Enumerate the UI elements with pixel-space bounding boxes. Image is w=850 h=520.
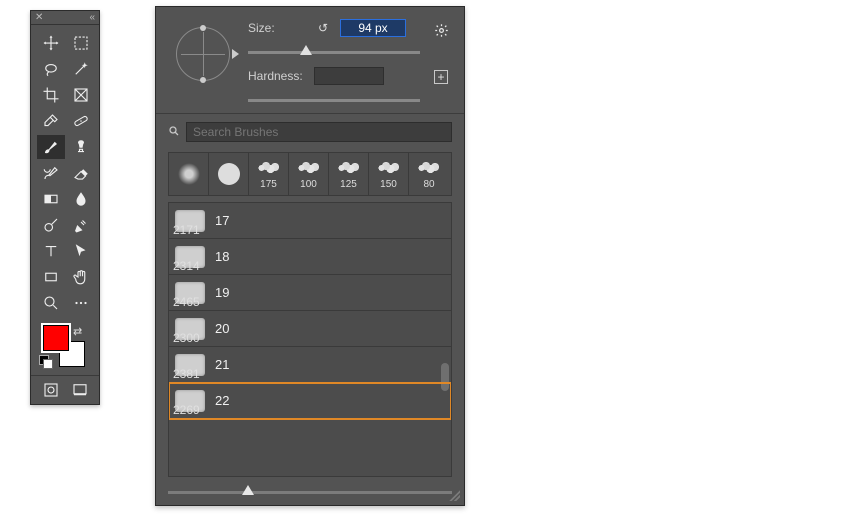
- pen-tool[interactable]: [67, 213, 95, 237]
- recent-tip-tip-100[interactable]: 100: [289, 153, 329, 195]
- recent-tip-label: 80: [423, 179, 434, 190]
- recent-tip-tip-150[interactable]: 150: [369, 153, 409, 195]
- frame-tool[interactable]: [67, 83, 95, 107]
- brush-list[interactable]: 17 2171 18 2314 19 2465 20 2300 21 2381 22 2269: [168, 202, 452, 477]
- brush-name: 22: [215, 393, 229, 408]
- recent-tip-tip-80[interactable]: 80: [409, 153, 449, 195]
- hand-tool[interactable]: [67, 265, 95, 289]
- brush-item[interactable]: 18 2314: [169, 239, 451, 275]
- recent-tip-label: 150: [380, 179, 397, 190]
- blur-tool[interactable]: [67, 187, 95, 211]
- brush-name: 21: [215, 357, 229, 372]
- collapse-icon[interactable]: «: [89, 12, 95, 23]
- brush-name: 17: [215, 213, 229, 228]
- brush-item[interactable]: 17 2171: [169, 203, 451, 239]
- brush-angle-control[interactable]: [168, 19, 238, 101]
- size-label: Size:: [248, 21, 306, 35]
- color-swatches: ⇄: [31, 321, 99, 375]
- brush-size-label: 2314: [173, 259, 200, 273]
- magic-wand-tool[interactable]: [67, 57, 95, 81]
- size-input[interactable]: [340, 19, 406, 37]
- marquee-tool[interactable]: [67, 31, 95, 55]
- screen-mode-toggle[interactable]: [66, 380, 93, 400]
- gradient-tool[interactable]: [37, 187, 65, 211]
- close-icon[interactable]: ✕: [35, 12, 43, 23]
- brush-size-label: 2171: [173, 223, 200, 237]
- recent-tip-label: 125: [340, 179, 357, 190]
- brush-settings-header: Size: ↺ Hardness: +: [156, 7, 464, 114]
- history-brush-tool[interactable]: [37, 161, 65, 185]
- clone-stamp-tool[interactable]: [67, 135, 95, 159]
- reset-size-icon[interactable]: ↺: [314, 20, 332, 36]
- search-brushes-input[interactable]: [186, 122, 452, 142]
- brush-size-label: 2465: [173, 295, 200, 309]
- recent-tip-label: 100: [300, 179, 317, 190]
- zoom-tool[interactable]: [37, 291, 65, 315]
- new-brush-icon[interactable]: +: [434, 70, 448, 84]
- edit-toolbar[interactable]: [67, 291, 95, 315]
- brush-name: 20: [215, 321, 229, 336]
- size-slider[interactable]: [248, 45, 420, 59]
- rectangle-tool[interactable]: [37, 265, 65, 289]
- hardness-slider[interactable]: [248, 93, 420, 107]
- move-tool[interactable]: [37, 31, 65, 55]
- brush-size-label: 2381: [173, 367, 200, 381]
- default-colors-icon[interactable]: [39, 355, 53, 369]
- brush-size-label: 2300: [173, 331, 200, 345]
- lasso-tool[interactable]: [37, 57, 65, 81]
- recent-tip-hard-round[interactable]: [209, 153, 249, 195]
- recent-brushes-strip: 175 100 125 150 80: [168, 152, 452, 196]
- brush-name: 18: [215, 249, 229, 264]
- brush-item[interactable]: 21 2381: [169, 347, 451, 383]
- foreground-color-swatch[interactable]: [43, 325, 69, 351]
- swap-colors-icon[interactable]: ⇄: [73, 325, 85, 337]
- eraser-tool[interactable]: [67, 161, 95, 185]
- crop-tool[interactable]: [37, 83, 65, 107]
- dodge-tool[interactable]: [37, 213, 65, 237]
- recent-tip-label: 175: [260, 179, 277, 190]
- recent-tip-tip-125[interactable]: 125: [329, 153, 369, 195]
- brush-settings-panel: Size: ↺ Hardness: + 175 100 125 150: [155, 6, 465, 506]
- type-tool[interactable]: [37, 239, 65, 263]
- brush-item[interactable]: 22 2269: [169, 383, 451, 419]
- quick-mask-toggle[interactable]: [37, 380, 64, 400]
- search-icon: [168, 125, 180, 140]
- recent-tip-tip-175[interactable]: 175: [249, 153, 289, 195]
- hardness-input[interactable]: [314, 67, 384, 85]
- brush-item[interactable]: 20 2300: [169, 311, 451, 347]
- eyedropper-tool[interactable]: [37, 109, 65, 133]
- brush-tool[interactable]: [37, 135, 65, 159]
- settings-gear-icon[interactable]: [434, 23, 449, 42]
- recent-tip-soft-round[interactable]: [169, 153, 209, 195]
- tools-panel-header: ✕ «: [31, 11, 99, 25]
- resize-grip-icon[interactable]: [448, 489, 460, 501]
- path-select-tool[interactable]: [67, 239, 95, 263]
- brush-item[interactable]: 19 2465: [169, 275, 451, 311]
- brush-name: 19: [215, 285, 229, 300]
- preview-size-slider[interactable]: [168, 485, 452, 499]
- hardness-label: Hardness:: [248, 69, 306, 83]
- tools-panel: ✕ « ⇄: [30, 10, 100, 405]
- healing-brush-tool[interactable]: [67, 109, 95, 133]
- brush-size-label: 2269: [173, 403, 200, 417]
